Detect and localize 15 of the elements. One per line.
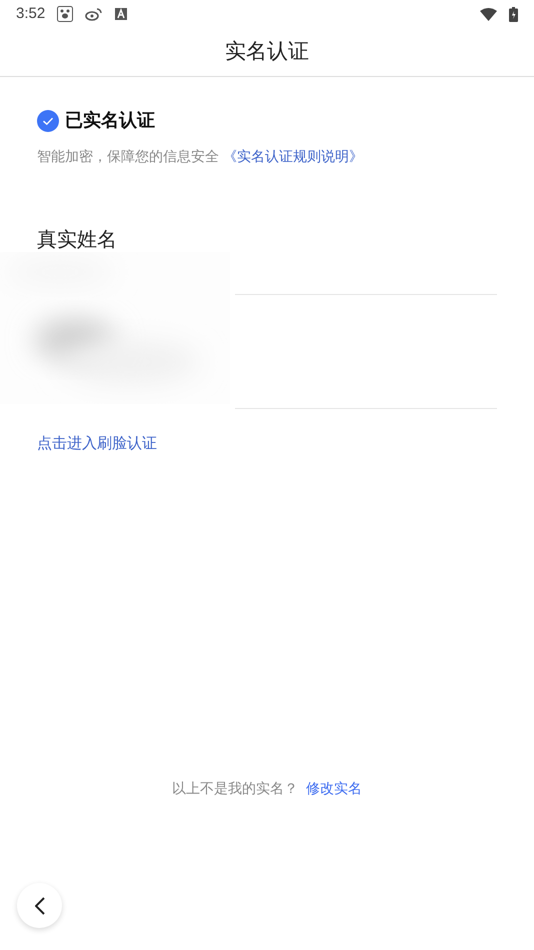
battery-icon — [509, 6, 518, 22]
eye-icon — [85, 7, 104, 21]
letter-icon — [115, 8, 128, 20]
security-note: 智能加密，保障您的信息安全 — [37, 147, 219, 166]
edit-name-link[interactable]: 修改实名 — [306, 778, 362, 799]
wifi-icon — [480, 8, 497, 20]
rules-link[interactable]: 《实名认证规则说明》 — [223, 146, 363, 167]
verified-status: 已实名认证 — [65, 109, 155, 132]
back-button[interactable] — [17, 883, 62, 928]
mismatch-question: 以上不是我的实名？ — [172, 779, 298, 798]
face-verification-link[interactable]: 点击进入刷脸认证 — [37, 433, 157, 456]
paw-icon — [57, 6, 74, 22]
field-label: 真实姓名 — [37, 228, 118, 253]
status-time: 3:52 — [16, 4, 46, 24]
page-title: 实名认证 — [225, 39, 309, 66]
